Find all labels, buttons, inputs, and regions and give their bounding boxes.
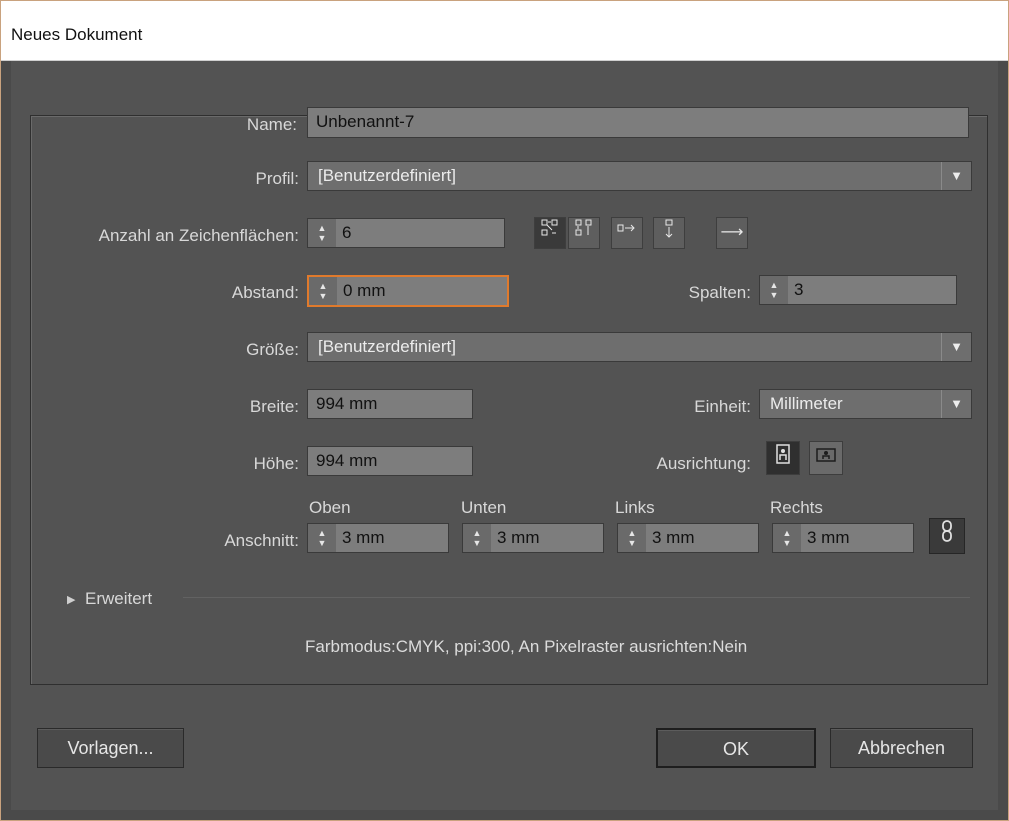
arrange-by-row-icon[interactable] (611, 217, 643, 249)
advanced-separator (183, 597, 970, 598)
profile-select-value: [Benutzerdefiniert] (318, 166, 456, 185)
columns-value: 3 (794, 280, 804, 299)
bleed-right-value: 3 mm (807, 528, 850, 547)
bleed-left-stepper[interactable]: ▲ ▼ 3 mm (617, 523, 759, 553)
bleed-top-value: 3 mm (342, 528, 385, 547)
chevron-down-icon: ▼ (941, 333, 971, 361)
unit-select-value: Millimeter (770, 394, 843, 413)
new-document-window: Neues Dokument Name: Unbenannt-7 Profil:… (0, 0, 1009, 821)
unit-select[interactable]: Millimeter ▼ (759, 389, 972, 419)
window-title: Neues Dokument (11, 25, 143, 44)
stepper-arrows-icon[interactable]: ▲ ▼ (773, 524, 801, 552)
orientation-label: Ausrichtung: (656, 454, 752, 473)
title-bar[interactable]: Neues Dokument (1, 1, 1008, 61)
artboard-count-value: 6 (342, 223, 352, 242)
spacing-value: 0 mm (343, 281, 386, 300)
link-chain-icon[interactable] (929, 518, 965, 554)
stepper-arrows-icon[interactable]: ▲ ▼ (308, 219, 336, 247)
bleed-top-label: Oben (309, 498, 351, 517)
templates-button[interactable]: Vorlagen... (37, 728, 184, 768)
spacing-label: Abstand: (231, 283, 299, 302)
bleed-bottom-value: 3 mm (497, 528, 540, 547)
stepper-arrows-icon[interactable]: ▲ ▼ (463, 524, 491, 552)
size-select-value: [Benutzerdefiniert] (318, 337, 456, 356)
width-label: Breite: (249, 397, 299, 416)
bleed-left-label: Links (615, 498, 655, 517)
bleed-right-label: Rechts (770, 498, 823, 517)
bleed-right-stepper[interactable]: ▲ ▼ 3 mm (772, 523, 914, 553)
size-select[interactable]: [Benutzerdefiniert] ▼ (307, 332, 972, 362)
ok-button[interactable]: OK (656, 728, 816, 768)
artboards-label: Anzahl an Zeichenflächen: (98, 226, 299, 245)
bleed-bottom-stepper[interactable]: ▲ ▼ 3 mm (462, 523, 604, 553)
spacing-stepper[interactable]: ▲ ▼ 0 mm (307, 275, 509, 307)
portrait-orientation-icon[interactable] (766, 441, 800, 475)
bleed-bottom-label: Unten (461, 498, 507, 517)
profile-label: Profil: (207, 169, 303, 189)
stepper-arrows-icon[interactable]: ▲ ▼ (760, 276, 788, 304)
chevron-down-icon: ▼ (941, 162, 971, 190)
arrow-right-icon[interactable]: ⟶ (716, 217, 748, 249)
arrange-by-column-icon[interactable] (653, 217, 685, 249)
artboard-count-stepper[interactable]: ▲ ▼ 6 (307, 218, 505, 248)
bleed-left-value: 3 mm (652, 528, 695, 547)
cancel-button[interactable]: Abbrechen (830, 728, 973, 768)
unit-label: Einheit: (694, 397, 751, 416)
stepper-arrows-icon[interactable]: ▲ ▼ (309, 277, 337, 305)
grid-by-row-icon[interactable] (534, 217, 566, 249)
profile-select[interactable]: [Benutzerdefiniert] ▼ (307, 161, 972, 191)
size-label: Größe: (246, 340, 299, 359)
columns-label: Spalten: (688, 283, 751, 302)
height-label: Höhe: (253, 454, 299, 473)
height-input[interactable]: 994 mm (307, 446, 473, 476)
disclosure-triangle-icon[interactable]: ▶ (67, 593, 75, 606)
document-summary: Farbmodus:CMYK, ppi:300, An Pixelraster … (305, 637, 748, 656)
bleed-top-stepper[interactable]: ▲ ▼ 3 mm (307, 523, 449, 553)
width-input[interactable]: 994 mm (307, 389, 473, 419)
columns-stepper[interactable]: ▲ ▼ 3 (759, 275, 957, 305)
stepper-arrows-icon[interactable]: ▲ ▼ (308, 524, 336, 552)
document-name-input[interactable]: Unbenannt-7 (307, 107, 969, 138)
advanced-toggle[interactable]: Erweitert (85, 589, 152, 609)
grid-by-column-icon[interactable] (568, 217, 600, 249)
stepper-arrows-icon[interactable]: ▲ ▼ (618, 524, 646, 552)
chevron-down-icon: ▼ (941, 390, 971, 418)
landscape-orientation-icon[interactable] (809, 441, 843, 475)
name-label: Name: (246, 115, 297, 134)
bleed-label: Anschnitt: (224, 531, 299, 550)
